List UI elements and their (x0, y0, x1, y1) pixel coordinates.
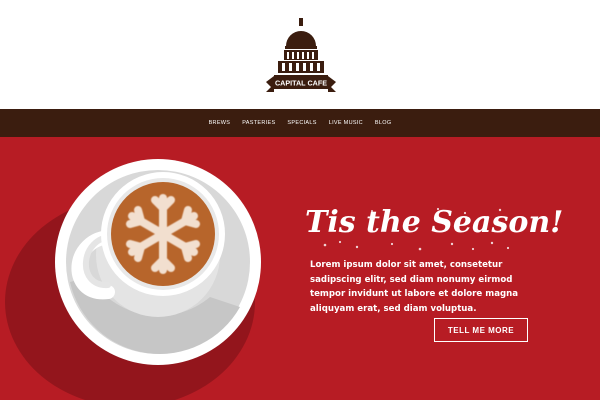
site-header: CAPITAL CAFE (0, 0, 600, 109)
capitol-dome-icon: CAPITAL CAFE (266, 18, 336, 92)
page: CAPITAL CAFE BREWS PASTERIES SPECIALS LI… (0, 0, 600, 400)
nav-item-pasteries[interactable]: PASTERIES (241, 118, 276, 128)
nav-item-brews[interactable]: BREWS (208, 118, 232, 128)
nav-item-blog[interactable]: BLOG (374, 118, 392, 128)
hero-title: Tis the Season! (305, 205, 564, 240)
hero-banner: Tis the Season! Lorem ipsum dolor sit am… (0, 137, 600, 400)
capital-cafe-logo[interactable]: CAPITAL CAFE (262, 16, 340, 100)
tell-me-more-button[interactable]: TELL ME MORE (434, 318, 528, 342)
logo-text: CAPITAL CAFE (275, 79, 327, 88)
nav-items: BREWS PASTERIES SPECIALS LIVE MUSIC BLOG (0, 109, 600, 137)
nav-item-specials[interactable]: SPECIALS (286, 118, 317, 128)
hero-body-text: Lorem ipsum dolor sit amet, consetetur s… (310, 260, 519, 314)
main-nav: BREWS PASTERIES SPECIALS LIVE MUSIC BLOG (0, 109, 600, 137)
nav-item-live-music[interactable]: LIVE MUSIC (328, 118, 364, 128)
